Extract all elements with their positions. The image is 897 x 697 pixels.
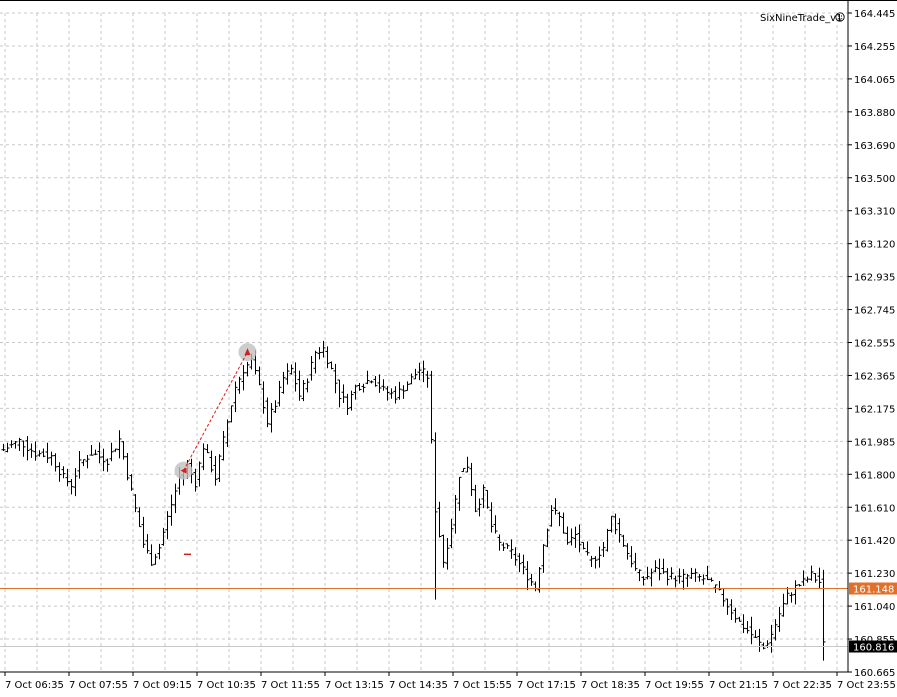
- x-tick-label: 7 Oct 11:55: [261, 680, 320, 691]
- x-tick-label: 7 Oct 07:55: [69, 680, 128, 691]
- y-tick-label: 160.855: [854, 635, 895, 646]
- y-tick-label: 160.665: [854, 668, 895, 679]
- y-tick-label: 162.935: [854, 273, 895, 284]
- price-tag-label: 161.148: [853, 585, 894, 596]
- x-tick-label: 7 Oct 13:15: [325, 680, 384, 691]
- x-tick-label: 7 Oct 17:15: [517, 680, 576, 691]
- y-tick-label: 161.420: [854, 536, 895, 547]
- y-tick-label: 162.745: [854, 306, 895, 317]
- y-tick-label: 161.610: [854, 503, 895, 514]
- y-tick-label: 163.500: [854, 174, 895, 185]
- x-tick-label: 7 Oct 10:35: [197, 680, 256, 691]
- x-tick-label: 7 Oct 15:55: [453, 680, 512, 691]
- x-tick-label: 7 Oct 09:15: [133, 680, 192, 691]
- y-tick-label: 161.040: [854, 602, 895, 613]
- y-tick-label: 163.310: [854, 207, 895, 218]
- x-tick-label: 7 Oct 06:35: [5, 680, 64, 691]
- expert-advisor-name: SixNineTrade_v1: [760, 13, 842, 24]
- y-tick-label: 162.365: [854, 371, 895, 382]
- y-tick-label: 162.555: [854, 339, 895, 350]
- y-tick-label: 161.800: [854, 470, 895, 481]
- price-chart[interactable]: 161.148160.816 164.445164.255164.065163.…: [0, 0, 897, 697]
- y-tick-label: 162.175: [854, 404, 895, 415]
- y-tick-label: 163.690: [854, 141, 895, 152]
- y-tick-label: 164.065: [854, 75, 895, 86]
- y-tick-label: 163.880: [854, 108, 895, 119]
- y-tick-label: 161.230: [854, 569, 895, 580]
- x-tick-label: 7 Oct 22:35: [773, 680, 832, 691]
- y-tick-label: 164.255: [854, 42, 895, 53]
- x-tick-label: 7 Oct 21:15: [709, 680, 768, 691]
- x-tick-label: 7 Oct 18:35: [581, 680, 640, 691]
- chart-background: [0, 0, 897, 697]
- x-tick-label: 7 Oct 23:55: [837, 680, 896, 691]
- x-tick-label: 7 Oct 14:35: [389, 680, 448, 691]
- x-tick-label: 7 Oct 19:55: [645, 680, 704, 691]
- y-tick-label: 163.120: [854, 240, 895, 251]
- y-tick-label: 161.985: [854, 437, 895, 448]
- y-tick-label: 164.445: [854, 9, 895, 20]
